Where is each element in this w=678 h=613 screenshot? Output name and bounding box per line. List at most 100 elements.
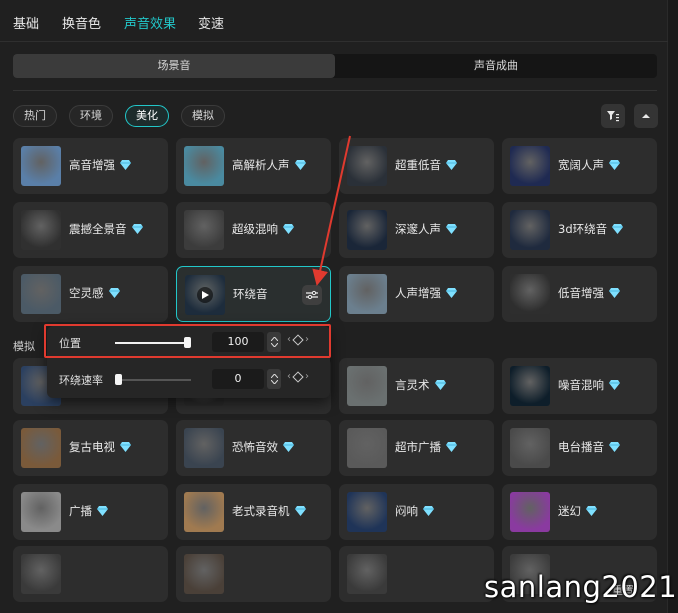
play-icon[interactable] [197, 287, 213, 303]
effect-card[interactable]: 闷响 [339, 484, 494, 540]
effect-card[interactable]: 高解析人声 [176, 138, 331, 194]
effect-card-label: 宽阔人声 [558, 157, 620, 173]
top-tab-bar: 基础 换音色 声音效果 变速 [0, 0, 668, 42]
effect-name: 高音增强 [69, 158, 115, 172]
effect-card[interactable]: 电台播音 [502, 420, 657, 476]
effect-card[interactable]: 噪音混响 [502, 358, 657, 414]
effect-card-label: 言灵术 [395, 377, 446, 393]
effect-card[interactable]: 人声增强 [339, 266, 494, 322]
effect-card-label: 噪音混响 [558, 377, 620, 393]
effect-card[interactable]: 超级混响 [176, 202, 331, 258]
effect-card[interactable]: 超重低音 [339, 138, 494, 194]
segment-scene-sound[interactable]: 场景音 [13, 54, 335, 78]
effect-name: 人声增强 [395, 286, 441, 300]
effect-card[interactable]: 广播 [13, 484, 168, 540]
effect-name: 超级混响 [232, 222, 278, 236]
effect-card[interactable]: 深邃人声 [339, 202, 494, 258]
effect-card-label: 老式录音机 [232, 503, 306, 519]
effect-card-label: 电台播音 [558, 439, 620, 455]
effect-card[interactable]: 高音增强 [13, 138, 168, 194]
diamond-vip-icon [108, 287, 120, 301]
effect-card[interactable]: 老式录音机 [176, 484, 331, 540]
effect-name: 老式录音机 [232, 504, 290, 518]
effect-thumbnail [21, 146, 61, 186]
diamond-vip-icon [120, 159, 131, 173]
diamond-vip-icon [446, 223, 457, 237]
effect-name: 超市广播 [395, 440, 441, 454]
effect-thumbnail [21, 554, 61, 594]
effect-card[interactable]: 环绕音 [176, 266, 331, 322]
diamond-vip-icon [446, 441, 457, 455]
effect-name: 恐怖音效 [232, 440, 278, 454]
keyframe-control[interactable]: ‹ › [287, 370, 309, 383]
chevron-right-icon[interactable]: › [305, 371, 309, 382]
effect-name: 空灵感 [69, 286, 104, 300]
effect-card[interactable]: 震撼全景音 [13, 202, 168, 258]
effect-thumbnail [347, 146, 387, 186]
filter-beautify[interactable]: 美化 [125, 105, 169, 127]
effect-name: 低音增强 [558, 286, 604, 300]
effect-name: 迷幻 [558, 504, 581, 518]
effect-card[interactable] [176, 546, 331, 602]
effect-thumbnail [184, 210, 224, 250]
effect-card[interactable] [13, 546, 168, 602]
tab-voice-change[interactable]: 换音色 [62, 13, 101, 32]
effect-card[interactable]: 宽阔人声 [502, 138, 657, 194]
effect-thumbnail [510, 428, 550, 468]
effect-thumbnail [510, 366, 550, 406]
effect-name: 超重低音 [395, 158, 441, 172]
collapse-button[interactable] [634, 104, 658, 128]
surround-rate-slider[interactable] [115, 374, 191, 385]
effect-name: 复古电视 [69, 440, 115, 454]
chevron-up-icon [270, 374, 278, 378]
effect-card[interactable]: 迷幻 [502, 484, 657, 540]
effect-thumbnail [184, 554, 224, 594]
effect-card[interactable]: 恐怖音效 [176, 420, 331, 476]
chevron-left-icon[interactable]: ‹ [287, 371, 291, 382]
effect-thumbnail [21, 274, 61, 314]
effect-thumbnail [347, 428, 387, 468]
divider [13, 90, 657, 91]
annotation-highlight-box [44, 324, 331, 358]
effect-thumbnail [510, 146, 550, 186]
adjust-settings-button[interactable] [302, 285, 322, 305]
effect-card[interactable]: 空灵感 [13, 266, 168, 322]
effect-card-label: 恐怖音效 [232, 439, 294, 455]
effect-card-label: 高解析人声 [232, 157, 306, 173]
slider-knob[interactable] [115, 374, 122, 385]
param-label-surround-rate: 环绕速率 [59, 374, 103, 387]
tab-speed[interactable]: 变速 [198, 13, 224, 32]
effect-card-label: 超级混响 [232, 221, 294, 237]
tab-basic[interactable]: 基础 [13, 13, 39, 32]
sort-filter-button[interactable] [601, 104, 625, 128]
effect-card[interactable] [339, 546, 494, 602]
effect-card-label: 超重低音 [395, 157, 457, 173]
diamond-vip-icon [446, 287, 457, 301]
effect-card[interactable]: 低音增强 [502, 266, 657, 322]
effect-thumbnail [347, 210, 387, 250]
diamond-vip-icon [97, 505, 108, 519]
filter-hot[interactable]: 热门 [13, 105, 57, 127]
surround-rate-value-input[interactable]: 0 [212, 369, 264, 389]
effect-thumbnail [510, 492, 550, 532]
tab-sound-effects[interactable]: 声音效果 [124, 13, 176, 32]
section-label-simulate: 模拟 [13, 340, 35, 353]
effect-card[interactable]: 复古电视 [13, 420, 168, 476]
effect-thumbnail [184, 146, 224, 186]
effect-name: 广播 [69, 504, 92, 518]
segment-song[interactable]: 声音成曲 [335, 54, 657, 78]
effect-card[interactable]: 3d环绕音 [502, 202, 657, 258]
filter-simulate[interactable]: 模拟 [181, 105, 225, 127]
effect-card-label: 震撼全景音 [69, 221, 143, 237]
effect-card[interactable]: 言灵术 [339, 358, 494, 414]
surround-rate-stepper[interactable] [267, 369, 281, 389]
effect-card[interactable]: 超市广播 [339, 420, 494, 476]
filter-environment[interactable]: 环境 [69, 105, 113, 127]
effect-name: 深邃人声 [395, 222, 441, 236]
effect-thumbnail [21, 428, 61, 468]
keyframe-diamond-icon[interactable] [292, 370, 304, 383]
effect-name: 电台播音 [558, 440, 604, 454]
effect-name: 言灵术 [395, 378, 430, 392]
effect-thumbnail [510, 210, 550, 250]
effect-thumbnail [21, 210, 61, 250]
